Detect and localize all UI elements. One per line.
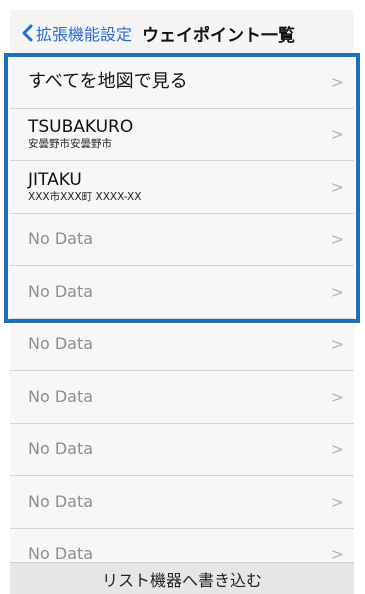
- waypoint-name: TSUBAKURO: [28, 117, 134, 138]
- list-item-empty[interactable]: No Data >: [10, 266, 354, 319]
- list-item-empty[interactable]: No Data >: [10, 371, 354, 424]
- list-item-show-all-on-map[interactable]: すべてを地図で見る >: [10, 56, 354, 109]
- list-item-label: No Data: [28, 334, 94, 354]
- chevron-left-icon: [22, 24, 33, 42]
- list-item-label: No Data: [28, 229, 94, 249]
- list-item-waypoint[interactable]: TSUBAKURO 安曇野市安曇野市 >: [10, 108, 354, 161]
- chevron-right-icon: >: [330, 334, 344, 354]
- waypoint-address: XXX市XXX町 XXXX-XX: [28, 190, 142, 203]
- back-label: 拡張機能設定: [36, 25, 133, 44]
- list-item-waypoint[interactable]: JITAKU XXX市XXX町 XXXX-XX >: [10, 161, 354, 214]
- list-item-empty[interactable]: No Data >: [10, 476, 354, 529]
- chevron-right-icon: >: [330, 72, 344, 92]
- chevron-right-icon: >: [330, 387, 344, 407]
- chevron-right-icon: >: [330, 229, 344, 249]
- list-item-label: No Data: [28, 491, 94, 511]
- waypoint-name: JITAKU: [28, 169, 82, 190]
- list-item-label: No Data: [28, 386, 94, 406]
- list-item-empty[interactable]: No Data >: [10, 423, 354, 476]
- list-item-empty[interactable]: No Data >: [10, 318, 354, 371]
- list-item-label: No Data: [28, 439, 94, 459]
- write-to-device-button[interactable]: リスト機器へ書き込む: [102, 567, 262, 591]
- chevron-right-icon: >: [330, 544, 344, 564]
- chevron-right-icon: >: [330, 439, 344, 459]
- back-button[interactable]: 拡張機能設定: [20, 21, 132, 45]
- waypoint-address: 安曇野市安曇野市: [28, 138, 112, 151]
- list-item-label: すべてを地図で見る: [28, 70, 188, 92]
- list-item-empty[interactable]: No Data >: [10, 213, 354, 266]
- list-item-label: No Data: [28, 281, 94, 301]
- chevron-right-icon: >: [330, 124, 344, 144]
- screen: 拡張機能設定 ウェイポイント一覧 すべてを地図で見る > TSUBAKURO 安…: [10, 10, 354, 594]
- chevron-right-icon: >: [330, 177, 344, 197]
- navigation-bar: 拡張機能設定 ウェイポイント一覧: [10, 10, 354, 56]
- chevron-right-icon: >: [330, 492, 344, 512]
- page-title: ウェイポイント一覧: [142, 25, 296, 46]
- chevron-right-icon: >: [330, 282, 344, 302]
- waypoint-list: すべてを地図で見る > TSUBAKURO 安曇野市安曇野市 > JITAKU …: [10, 56, 354, 581]
- footer-toolbar: リスト機器へ書き込む: [10, 562, 354, 594]
